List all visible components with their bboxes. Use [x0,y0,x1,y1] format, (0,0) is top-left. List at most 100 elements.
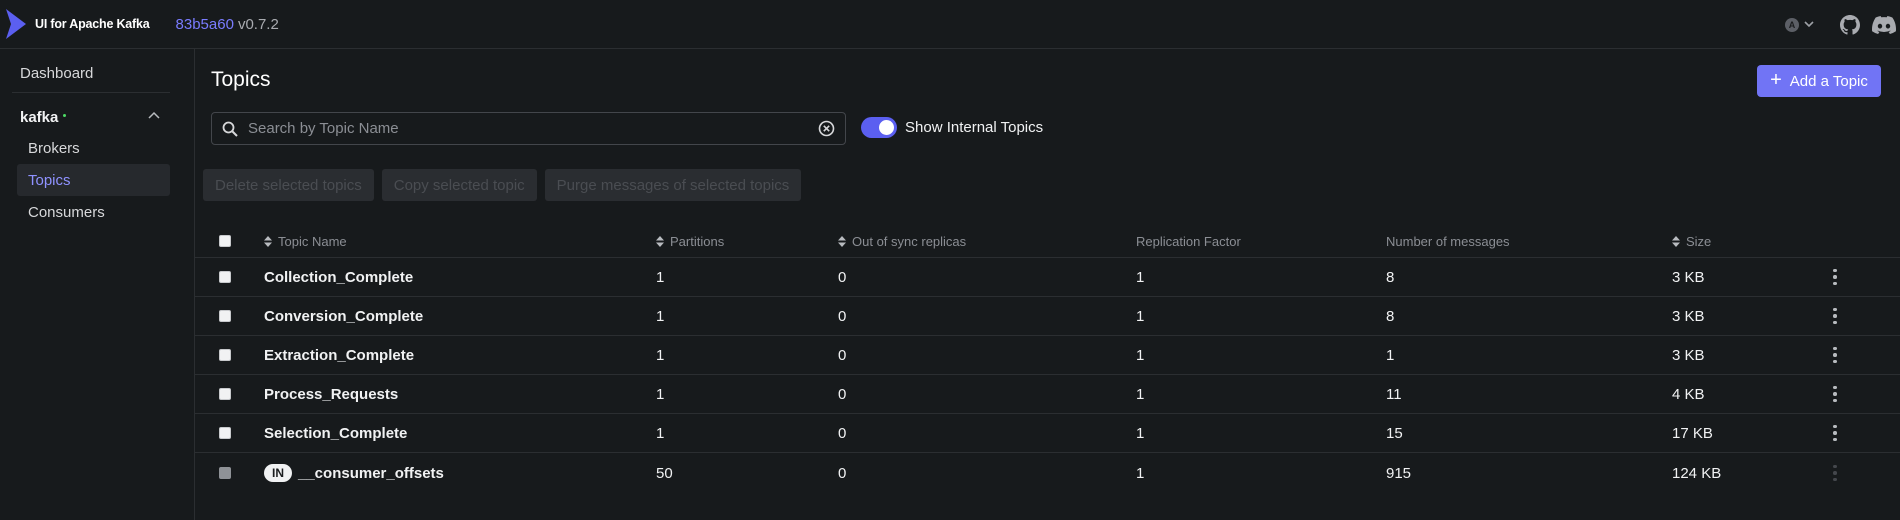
sidebar-item-brokers[interactable]: Brokers [17,132,170,164]
row-checkbox[interactable] [219,427,231,439]
more-vertical-icon [1833,464,1837,482]
select-all-checkbox[interactable] [219,235,231,247]
commit-link[interactable]: 83b5a60 [176,16,234,33]
out-of-sync-cell: 0 [838,307,847,325]
sidebar-divider [12,92,170,93]
sort-icon [1672,235,1680,247]
sort-icon [838,235,846,247]
size-cell: 17 KB [1672,424,1713,442]
delete-selected-button[interactable]: Delete selected topics [203,169,374,201]
add-topic-button[interactable]: + Add a Topic [1757,65,1881,97]
replication-cell: 1 [1136,464,1145,482]
user-menu[interactable]: A [1785,17,1814,32]
replication-cell: 1 [1136,346,1145,364]
partitions-cell: 1 [656,307,665,325]
messages-cell: 915 [1386,464,1412,482]
sidebar-item-consumers[interactable]: Consumers [17,196,170,228]
bulk-actions: Delete selected topics Copy selected top… [203,169,809,201]
out-of-sync-cell: 0 [838,268,847,286]
partitions-cell: 1 [656,385,665,403]
cluster-status-dot [63,113,67,117]
column-topic-name[interactable]: Topic Name [264,225,347,257]
internal-badge: IN [264,464,292,482]
internal-topics-label: Show Internal Topics [905,119,1044,136]
topic-name-link[interactable]: __consumer_offsets [298,465,444,482]
toggle-knob [879,120,894,135]
size-cell: 3 KB [1672,346,1705,364]
column-replication-factor: Replication Factor [1136,225,1241,257]
internal-topics-toggle[interactable] [861,117,897,138]
user-avatar: A [1785,17,1799,32]
copy-selected-button[interactable]: Copy selected topic [381,169,537,201]
plus-icon: + [1770,69,1782,91]
out-of-sync-cell: 0 [838,346,847,364]
column-label: Number of messages [1386,233,1510,249]
github-icon[interactable] [1840,14,1860,35]
top-navbar: UI for Apache Kafka 83b5a60 v0.7.2 A [0,0,1900,49]
sidebar: Dashboard kafka Brokers Topics Consumers [0,49,195,520]
messages-cell: 11 [1386,385,1402,403]
column-label: Out of sync replicas [852,233,967,249]
sidebar-item-topics[interactable]: Topics [17,164,170,196]
table-row[interactable]: Extraction_Complete 1 0 1 1 3 KB [195,336,1900,375]
cluster-name: kafka [20,108,59,126]
search-input[interactable] [248,120,818,137]
topic-name-link[interactable]: Extraction_Complete [264,336,414,374]
column-out-of-sync[interactable]: Out of sync replicas [838,225,966,257]
replication-cell: 1 [1136,268,1145,286]
size-cell: 124 KB [1672,464,1722,482]
brand-name: UI for Apache Kafka [35,17,150,31]
table-row[interactable]: IN __consumer_offsets 50 0 1 915 124 KB [195,453,1900,493]
sort-icon [264,235,272,247]
version-label: v0.7.2 [237,15,279,33]
more-vertical-icon[interactable] [1833,268,1837,286]
table-row[interactable]: Collection_Complete 1 0 1 8 3 KB [195,258,1900,297]
topic-name-link[interactable]: Collection_Complete [264,258,413,296]
topic-name-cell[interactable]: IN __consumer_offsets [264,453,444,493]
more-vertical-icon[interactable] [1833,346,1837,364]
column-label: Partitions [670,233,725,249]
purge-selected-button[interactable]: Purge messages of selected topics [544,169,802,201]
column-label: Replication Factor [1136,233,1241,249]
table-header: Topic Name Partitions Out of sync replic… [195,225,1900,258]
internal-topics-toggle-wrap: Show Internal Topics [861,117,1043,138]
replication-cell: 1 [1136,424,1145,442]
topic-name-link[interactable]: Selection_Complete [264,414,407,452]
clear-icon[interactable] [818,120,835,137]
messages-cell: 15 [1386,424,1403,442]
column-size[interactable]: Size [1672,225,1711,257]
topic-name-link[interactable]: Conversion_Complete [264,297,423,335]
partitions-cell: 1 [656,346,665,364]
messages-cell: 1 [1386,346,1395,364]
table-row[interactable]: Selection_Complete 1 0 1 15 17 KB [195,414,1900,453]
replication-cell: 1 [1136,307,1145,325]
cluster-toggle[interactable]: kafka [20,102,170,132]
out-of-sync-cell: 0 [838,385,847,403]
row-checkbox[interactable] [219,310,231,322]
row-checkbox[interactable] [219,388,231,400]
messages-cell: 8 [1386,268,1395,286]
version-info: 83b5a60 v0.7.2 [176,16,279,33]
table-row[interactable]: Process_Requests 1 0 1 11 4 KB [195,375,1900,414]
row-checkbox[interactable] [219,349,231,361]
size-cell: 3 KB [1672,268,1705,286]
table-row[interactable]: Conversion_Complete 1 0 1 8 3 KB [195,297,1900,336]
row-checkbox[interactable] [219,271,231,283]
topic-name-link[interactable]: Process_Requests [264,375,398,413]
size-cell: 3 KB [1672,307,1705,325]
column-partitions[interactable]: Partitions [656,225,724,257]
more-vertical-icon[interactable] [1833,307,1837,325]
search-icon [222,121,238,137]
topics-table: Topic Name Partitions Out of sync replic… [195,225,1900,493]
discord-icon[interactable] [1872,15,1896,35]
out-of-sync-cell: 0 [838,464,847,482]
logo[interactable]: UI for Apache Kafka [4,7,150,41]
more-vertical-icon[interactable] [1833,424,1837,442]
more-vertical-icon[interactable] [1833,385,1837,403]
sidebar-item-dashboard[interactable]: Dashboard [20,65,93,82]
column-messages: Number of messages [1386,225,1510,257]
partitions-cell: 1 [656,424,665,442]
sort-icon [656,235,664,247]
search-box [211,112,846,145]
column-label: Topic Name [278,233,347,249]
